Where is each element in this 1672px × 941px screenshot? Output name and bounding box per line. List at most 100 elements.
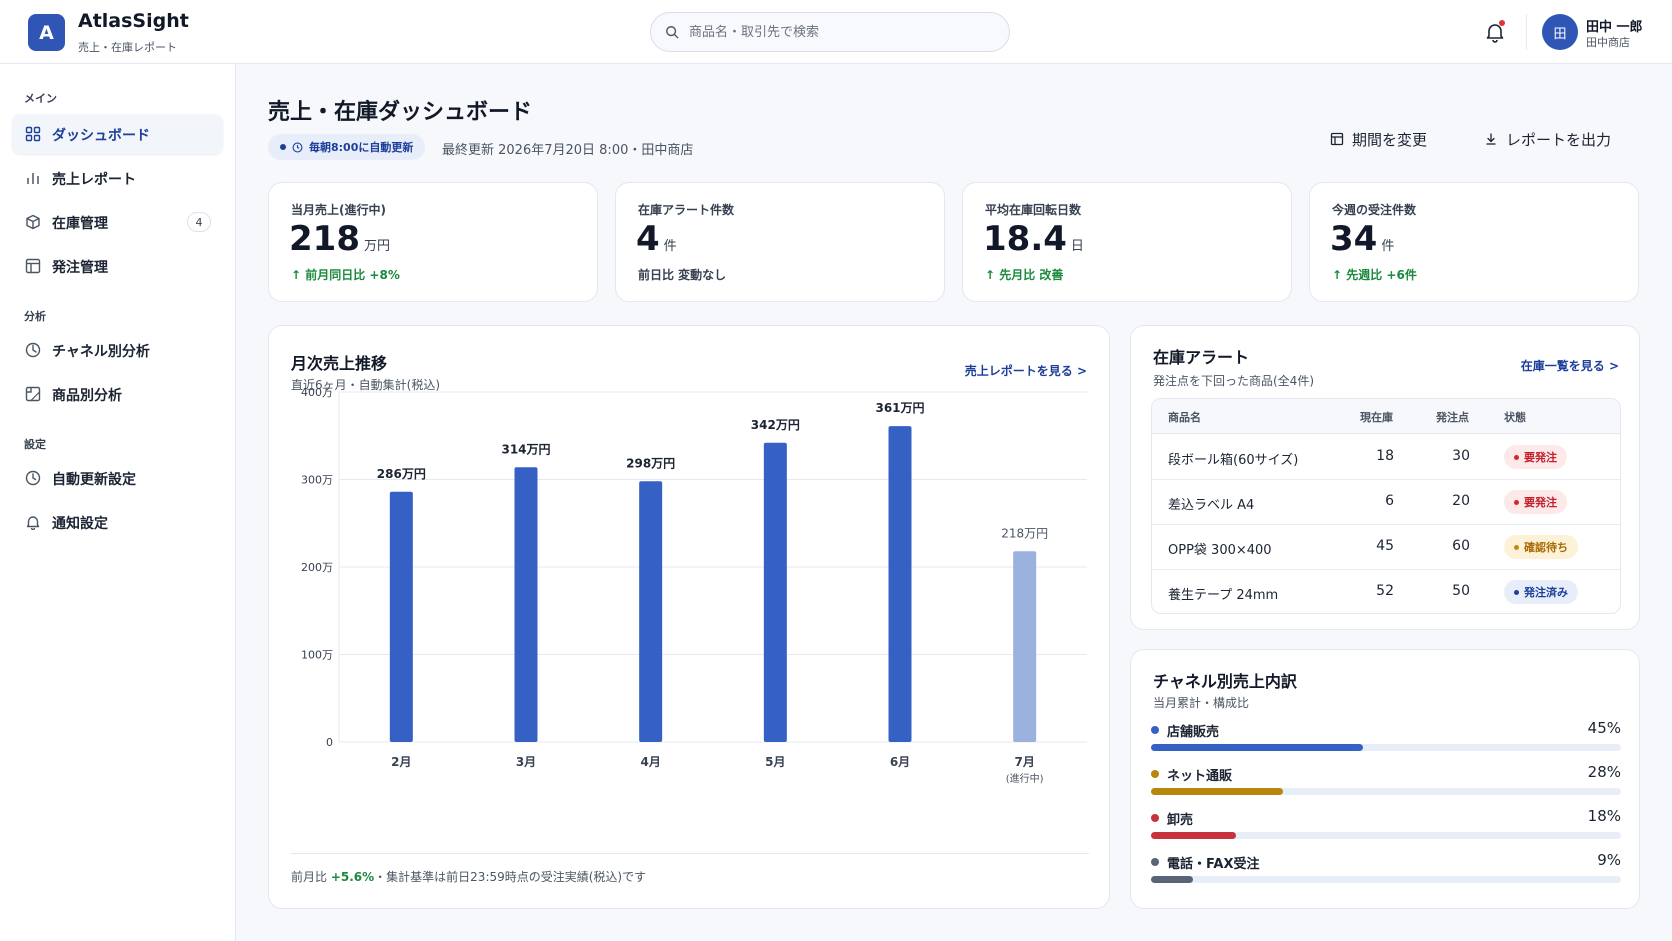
export-report-label: レポートを出力 (1506, 130, 1612, 149)
sidebar-section-settings: 設定 (24, 438, 46, 451)
kpi-card-inventory-alerts: 在庫アラート件数 4件 前日比 変動なし (615, 182, 945, 302)
kpi-label: 当月売上(進行中) (291, 203, 386, 217)
bar-chart-icon (27, 173, 39, 184)
product-name: 差込ラベル A4 (1168, 498, 1255, 513)
search-input[interactable] (689, 13, 999, 51)
channel-breakdown-panel: チャネル別売上内訳 当月累計・構成比 店舗販売 45% ネット通販 28% 卸売 18% 電… (1130, 649, 1640, 909)
sidebar-item-label: 商品別分析 (52, 388, 122, 404)
sidebar: メイン ダッシュボード 売上レポート 在庫管理 4 発注管理 分析 チャネル別分… (0, 64, 236, 941)
app-subtitle: 売上・在庫レポート (78, 41, 177, 54)
channel-row: 卸売 18% (1151, 807, 1621, 848)
channel-row: 電話・FAX受注 9% (1151, 851, 1621, 892)
stock-value: 6 (1385, 493, 1394, 509)
product-name: 段ボール箱(60サイズ) (1168, 453, 1299, 468)
y-tick-label: 0 (326, 736, 333, 749)
bar-6 (888, 426, 912, 742)
change-period-button[interactable]: 期間を変更 (1330, 124, 1427, 154)
data-label: 218万円 (1001, 526, 1048, 540)
kpi-delta: ↑ 先月比 改善 (985, 268, 1064, 282)
reorder-value: 60 (1452, 538, 1470, 554)
inventory-list-link[interactable]: 在庫一覧を見る > (1521, 357, 1619, 374)
reorder-value: 30 (1452, 448, 1470, 464)
product-name: OPP袋 300×400 (1168, 543, 1272, 558)
sidebar-item-label: チャネル別分析 (52, 344, 150, 360)
table-row[interactable]: 差込ラベル A4 6 20 要発注 (1152, 480, 1620, 525)
x-tick-label: 5月 (765, 755, 785, 769)
auto-update-pill: 毎朝8:00に自動更新 (268, 134, 426, 160)
channel-progress-fill (1151, 744, 1363, 751)
channel-progress-track (1151, 832, 1621, 839)
stock-value: 18 (1376, 448, 1394, 464)
reorder-value: 20 (1452, 493, 1470, 509)
panel-subtitle: 当月累計・構成比 (1153, 696, 1250, 710)
status-badge: 要発注 (1504, 490, 1567, 514)
product-name: 養生テープ 24mm (1168, 588, 1279, 603)
clock-icon (25, 470, 41, 486)
export-report-button[interactable]: レポートを出力 (1484, 124, 1611, 154)
change-period-label: 期間を変更 (1352, 130, 1428, 149)
user-name[interactable]: 田中 一郎 (1586, 16, 1643, 35)
kpi-card-weekly-orders: 今週の受注件数 34 件 ↑ 先週比 +6件 (1309, 182, 1639, 302)
panel-title: 在庫アラート (1153, 348, 1250, 367)
kpi-label: 平均在庫回転日数 (985, 203, 1082, 217)
y-tick-label: 200万 (301, 561, 333, 574)
stock-value: 45 (1376, 538, 1394, 554)
channel-percent: 18% (1587, 807, 1621, 825)
clock-icon (292, 142, 303, 152)
last-update-text: 最終更新 2026年7月20日 8:00・田中商店 (442, 143, 694, 158)
inventory-count-badge: 4 (187, 212, 211, 232)
page-title: 売上・在庫ダッシュボード (268, 100, 533, 125)
user-shop: 田中商店 (1586, 36, 1630, 49)
sales-bar-chart: 0 100万 200万 300万 400万 286万円 2月 314万円 3月 298万円 4月 34… (301, 386, 1087, 785)
app-name: AtlasSight (78, 10, 189, 32)
sidebar-item-inventory[interactable]: 在庫管理 4 (12, 202, 223, 242)
kpi-value: 218 万円 (289, 219, 390, 259)
table-row[interactable]: 段ボール箱(60サイズ) 18 30 要発注 (1152, 435, 1620, 480)
sidebar-item-label: 自動更新設定 (52, 472, 136, 488)
sidebar-item-product-analysis[interactable]: 商品別分析 (12, 374, 223, 414)
sidebar-item-auto-update[interactable]: 自動更新設定 (12, 458, 223, 498)
channel-progress-fill (1151, 788, 1283, 795)
header-divider (1526, 14, 1527, 50)
channel-progress-track (1151, 876, 1621, 883)
sidebar-item-orders[interactable]: 発注管理 (12, 246, 223, 286)
sidebar-section-analysis: 分析 (24, 310, 46, 323)
sidebar-item-notifications[interactable]: 通知設定 (12, 502, 223, 542)
sidebar-item-channel-analysis[interactable]: チャネル別分析 (12, 330, 223, 370)
x-tick-label: 3月 (516, 755, 536, 769)
chart-footer-divider (291, 853, 1089, 854)
search-icon (666, 26, 679, 39)
search-box (650, 12, 1010, 52)
kpi-card-turnover-days: 平均在庫回転日数 18.4 日 ↑ 先月比 改善 (962, 182, 1292, 302)
sidebar-item-label: 在庫管理 (52, 216, 108, 232)
kpi-value: 4件 (636, 219, 677, 259)
app-logo[interactable]: A (28, 14, 65, 51)
sidebar-item-dashboard[interactable]: ダッシュボード (12, 114, 223, 154)
data-label: 342万円 (751, 418, 800, 432)
table-row[interactable]: OPP袋 300×400 45 60 確認待ち (1152, 525, 1620, 570)
data-label: 361万円 (875, 401, 924, 415)
channel-percent: 45% (1587, 719, 1621, 737)
pie-clock-icon (25, 342, 41, 358)
box-icon (26, 214, 40, 230)
channel-progress-track (1151, 788, 1621, 795)
kpi-unit: 件 (663, 239, 677, 254)
sidebar-item-sales-report[interactable]: 売上レポート (12, 158, 223, 198)
table-row[interactable]: 養生テープ 24mm 52 50 発注済み (1152, 570, 1620, 613)
notification-dot (1499, 20, 1505, 26)
channel-color-dot (1151, 726, 1159, 734)
layout-icon (25, 258, 41, 274)
y-tick-label: 100万 (301, 649, 333, 662)
kpi-delta: 前日比 変動なし (638, 268, 727, 282)
kpi-unit: 日 (1070, 239, 1084, 254)
status-dot (1514, 589, 1519, 595)
sidebar-item-label: 通知設定 (52, 516, 108, 532)
sidebar-section-main: メイン (24, 92, 57, 105)
kpi-delta: ↑ 前月同日比 +8% (291, 268, 400, 282)
bar-7 (1013, 551, 1037, 742)
status-badge: 確認待ち (1504, 535, 1578, 559)
bar-2 (389, 491, 413, 742)
calendar-icon (1330, 132, 1344, 146)
user-avatar[interactable]: 田 (1542, 14, 1578, 50)
y-tick-label: 400万 (301, 386, 333, 399)
